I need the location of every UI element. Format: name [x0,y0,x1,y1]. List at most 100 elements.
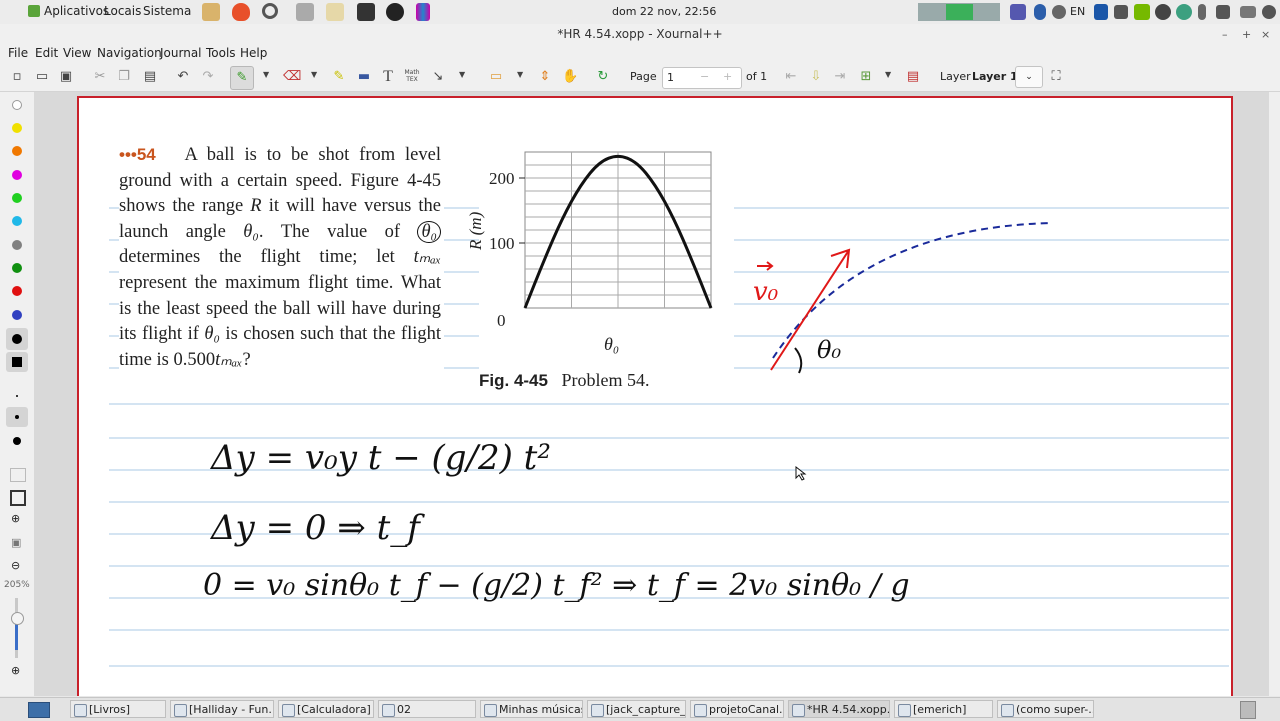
layer-dropdown-chevron-down-icon[interactable]: ⌄ [1015,66,1043,88]
document-page[interactable]: •••54 A ball is to be shot from level gr… [77,96,1233,696]
menu-view[interactable]: View [63,46,91,60]
taskbar-item[interactable]: (como super-... [997,700,1094,718]
audio-launcher-icon[interactable] [416,3,430,21]
fill-square-icon[interactable] [6,352,28,372]
color-black-swatch-selected[interactable] [6,328,28,350]
pen-tool-icon[interactable]: ✎ [230,66,254,90]
sidebar-page-icon[interactable] [10,468,26,482]
cut-icon[interactable]: ✂ [92,69,108,85]
color-magenta-swatch[interactable] [12,170,22,180]
volume-icon[interactable] [1216,5,1230,19]
zoom-out-icon[interactable]: ⊖ [11,559,20,572]
color-orange-swatch[interactable] [12,146,22,156]
thin-stroke-icon[interactable] [16,395,18,397]
color-gray-swatch[interactable] [12,240,22,250]
menu-navigation[interactable]: Navigation [97,46,162,60]
previous-page-icon[interactable]: ⇩ [808,69,824,85]
menu-aplicativos[interactable]: Aplicativos [44,4,109,18]
color-darkgreen-swatch[interactable] [12,263,22,273]
color-blue-swatch[interactable] [12,310,22,320]
maximize-button[interactable]: + [1242,28,1251,41]
delete-page-icon[interactable]: ▤ [905,69,921,85]
zoom-reset-icon[interactable]: ⊕ [11,664,20,677]
taskbar-item[interactable]: [Livros] [70,700,166,718]
minimize-button[interactable]: – [1222,28,1228,41]
show-desktop-icon[interactable] [28,702,50,718]
page-preview-icon[interactable] [10,490,26,506]
color-yellow-swatch[interactable] [12,123,22,133]
keyboard-layout[interactable]: EN [1070,5,1085,18]
copy-icon[interactable]: ❐ [116,69,132,85]
mail-icon[interactable] [1240,6,1256,18]
calculator-launcher-icon[interactable] [296,3,314,21]
menu-file[interactable]: File [8,46,28,60]
zoom-in-icon[interactable]: ⊕ [11,512,20,525]
taskbar-item[interactable]: *HR 4.54.xopp... [788,700,890,718]
page-increment-button[interactable]: + [723,70,732,83]
color-red-swatch[interactable] [12,286,22,296]
taskbar-item[interactable]: projetoCanal.k... [690,700,784,718]
page-spinner[interactable]: 1 − + [662,67,742,89]
teams-icon[interactable] [1010,4,1026,20]
draw-line-tool-icon[interactable]: ↘ [430,69,446,85]
taskbar-item[interactable]: [Calculadora] [278,700,374,718]
text-tool-icon[interactable]: T [380,69,396,85]
taskbar-item[interactable]: [emerich] [894,700,993,718]
trash-icon[interactable] [1240,701,1256,719]
highlighter-tool-icon[interactable]: ✎ [331,69,347,85]
menu-edit[interactable]: Edit [35,46,58,60]
shape-options-chevron-down-icon[interactable]: ▼ [459,70,465,79]
page-decrement-button[interactable]: − [700,70,709,83]
clock[interactable]: dom 22 nov, 22:56 [612,5,716,18]
vertical-space-icon[interactable]: ⇕ [537,69,553,85]
nvidia-icon[interactable] [1134,4,1150,20]
taskbar-item[interactable]: [jack_capture_... [587,700,686,718]
workspace-active[interactable] [946,4,973,20]
paste-icon[interactable]: ▤ [142,69,158,85]
sync-icon[interactable] [1052,5,1066,19]
wifi-signal-icon[interactable] [1114,5,1128,19]
eraser-tool-icon[interactable]: ⌫ [283,69,301,85]
power-icon[interactable] [1262,5,1276,19]
obs-launcher-icon[interactable] [386,3,404,21]
color-cyan-swatch[interactable] [12,216,22,226]
undo-icon[interactable]: ↶ [175,69,191,85]
thick-stroke-icon[interactable] [13,437,21,445]
layer-selector[interactable]: Layer 1 [972,70,1018,83]
close-button[interactable]: × [1261,28,1270,41]
color-green-swatch[interactable] [12,193,22,203]
terminal-launcher-icon[interactable] [357,3,375,21]
medium-stroke-selected[interactable] [6,407,28,427]
settings-tray-icon[interactable] [1155,4,1171,20]
bluetooth-icon[interactable] [1034,4,1046,20]
color-white-swatch[interactable] [12,100,22,110]
brave-launcher-icon[interactable] [232,3,250,21]
menu-help[interactable]: Help [240,46,267,60]
taskbar-item[interactable]: Minhas músicas [480,700,583,718]
first-page-icon[interactable]: ⇤ [783,69,799,85]
network-tray-icon[interactable] [1176,4,1192,20]
open-file-icon[interactable]: ▭ [34,69,50,85]
menu-locais[interactable]: Locais [104,4,141,18]
add-page-options-chevron-down-icon[interactable]: ▼ [885,70,891,79]
pen-options-chevron-down-icon[interactable]: ▼ [263,70,269,79]
menu-journal[interactable]: Journal [160,46,202,60]
editor-launcher-icon[interactable] [326,3,344,21]
zoom-fit-icon[interactable]: ▣ [11,536,21,549]
hand-tool-icon[interactable]: ✋ [562,69,578,85]
redo-icon[interactable]: ↷ [200,69,216,85]
new-document-icon[interactable]: ▫ [9,69,25,85]
select-options-chevron-down-icon[interactable]: ▼ [517,70,523,79]
files-launcher-icon[interactable] [202,3,220,21]
page-number-input[interactable]: 1 [667,71,674,84]
menu-tools[interactable]: Tools [206,46,236,60]
select-rectangle-icon[interactable]: ▭ [488,69,504,85]
taskbar-item[interactable]: [Halliday - Fun... [170,700,274,718]
vertical-scrollbar[interactable] [1269,92,1280,696]
fullscreen-icon[interactable]: ⛶ [1048,69,1064,85]
document-workspace[interactable]: •••54 A ball is to be shot from level gr… [34,92,1269,696]
microphone-icon[interactable] [1198,4,1206,20]
search-launcher-icon[interactable] [262,3,278,19]
apps-icon[interactable] [28,5,40,17]
image-tool-icon[interactable]: ▬ [356,69,372,85]
